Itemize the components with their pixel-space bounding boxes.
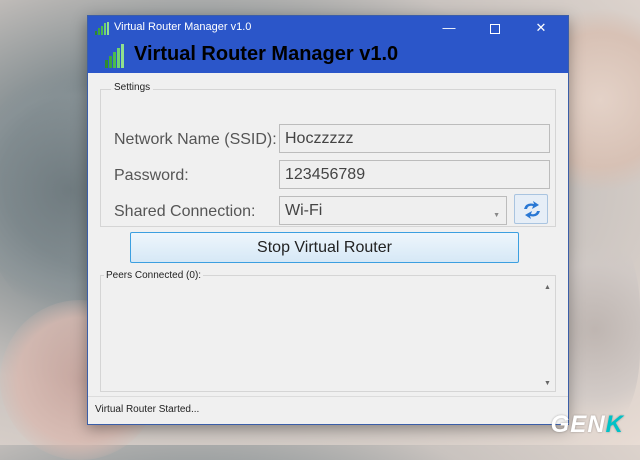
status-bar: Virtual Router Started... <box>88 396 568 424</box>
title-bar[interactable]: Virtual Router Manager v1.0 — ✕ Virtual … <box>88 16 568 73</box>
chevron-down-icon: ▼ <box>493 212 500 219</box>
app-window: Virtual Router Manager v1.0 — ✕ Virtual … <box>87 15 569 425</box>
shared-connection-value: Wi-Fi <box>285 202 323 219</box>
refresh-button[interactable] <box>514 194 548 224</box>
maximize-button[interactable] <box>478 16 512 40</box>
peers-scrollbar[interactable]: ▲ ▼ <box>543 282 553 387</box>
stop-virtual-router-button[interactable]: Stop Virtual Router <box>130 232 519 263</box>
watermark-suffix: K <box>605 411 624 438</box>
shared-connection-select[interactable]: Wi-Fi ▼ <box>279 196 507 225</box>
scroll-up-icon[interactable]: ▲ <box>544 284 551 291</box>
settings-group-label: Settings <box>111 82 154 93</box>
genk-watermark: GENK <box>551 411 624 439</box>
peers-connected-list[interactable]: Peers Connected (0): ▲ ▼ <box>100 270 556 392</box>
app-logo-icon <box>105 44 124 68</box>
status-text: Virtual Router Started... <box>95 404 200 415</box>
settings-group: Settings Network Name (SSID): Hoczzzzz P… <box>100 82 556 227</box>
minimize-button[interactable]: — <box>432 16 466 40</box>
app-heading: Virtual Router Manager v1.0 <box>134 43 399 65</box>
close-button[interactable]: ✕ <box>524 16 558 40</box>
refresh-icon <box>524 201 540 219</box>
password-label: Password: <box>114 167 189 184</box>
ssid-label: Network Name (SSID): <box>114 131 277 148</box>
scroll-down-icon[interactable]: ▼ <box>544 380 551 387</box>
ssid-input[interactable]: Hoczzzzz <box>279 124 550 153</box>
peers-connected-label: Peers Connected (0): <box>104 270 204 281</box>
shared-connection-label: Shared Connection: <box>114 203 256 220</box>
window-title: Virtual Router Manager v1.0 <box>114 21 252 33</box>
watermark-prefix: GEN <box>550 411 606 438</box>
maximize-icon <box>490 23 500 34</box>
password-input[interactable]: 123456789 <box>279 160 550 189</box>
wifi-signal-icon <box>95 22 109 35</box>
